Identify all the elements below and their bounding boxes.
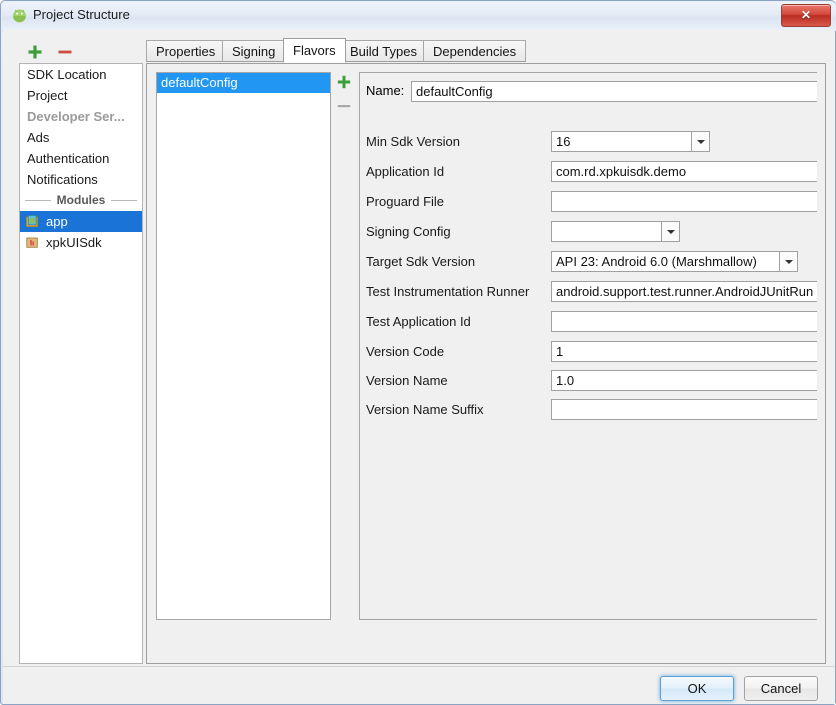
sidebar-toolbar [18,39,138,65]
row-version-name: Version Name [360,370,817,392]
row-test-application-id: Test Application Id [360,311,817,333]
sidebar-header-developer-services: Developer Ser... [20,106,142,127]
test-instrumentation-runner-input[interactable] [551,281,817,302]
sidebar-item-notifications[interactable]: Notifications [20,169,142,190]
cancel-button[interactable]: Cancel [744,676,818,701]
tab-build-types[interactable]: Build Types [340,40,427,62]
tab-label: Flavors [293,43,336,58]
tab-label: Build Types [350,44,417,59]
close-icon: ✕ [800,8,812,22]
field-label: Proguard File [366,194,445,209]
signing-config-combo[interactable] [551,221,680,242]
sidebar-item-app[interactable]: app [20,211,142,232]
flavor-list[interactable]: defaultConfig [156,72,331,620]
add-flavor-icon[interactable] [335,73,353,91]
sidebar-separator-modules: Modules [20,190,142,211]
sidebar-item-label: Authentication [27,151,110,166]
field-label: Version Name [366,373,448,388]
flavors-tab-panel: defaultConfig Name: defaultConfig Min Sd… [146,63,826,664]
field-label: Target Sdk Version [366,254,476,269]
field-label: Test Instrumentation Runner [366,284,530,299]
sidebar-item-label: Project [27,88,68,103]
sidebar-item-label: Ads [27,130,50,145]
window-title: Project Structure [33,7,130,22]
name-row: Name: [360,81,817,103]
row-min-sdk-version: Min Sdk Version 16 [360,131,817,153]
min-sdk-version-combo[interactable]: 16 [551,131,710,152]
target-sdk-version-combo[interactable]: API 23: Android 6.0 (Marshmallow) [551,251,798,272]
field-label: Test Application Id [366,314,471,329]
row-signing-config: Signing Config [360,221,817,243]
sidebar-item-label: app [46,214,68,229]
sidebar-item-label: SDK Location [27,67,107,82]
name-input[interactable] [411,81,817,102]
row-proguard-file: Proguard File [360,191,817,213]
row-version-code: Version Code [360,341,817,363]
minus-icon[interactable] [56,43,74,61]
version-name-suffix-input[interactable] [551,399,817,420]
sidebar-item-sdk-location[interactable]: SDK Location [20,64,142,85]
tab-label: Properties [156,44,216,59]
tab-label: Dependencies [433,44,517,59]
tab-properties[interactable]: Properties [146,40,226,62]
combo-value: API 23: Android 6.0 (Marshmallow) [551,251,779,272]
row-test-instrumentation-runner: Test Instrumentation Runner [360,281,817,303]
flavor-list-item[interactable]: defaultConfig [157,73,330,93]
remove-flavor-icon[interactable] [335,97,353,115]
application-id-input[interactable] [551,161,817,182]
chevron-down-icon[interactable] [691,131,710,152]
sidebar-item-xpkuisdk[interactable]: xpkUISdk [20,232,142,253]
sidebar-list[interactable]: SDK Location Project Developer Ser... Ad… [19,63,143,664]
tab-label: Signing [232,44,276,59]
sidebar-separator-label: Modules [50,193,112,207]
row-version-name-suffix: Version Name Suffix [360,399,817,421]
sidebar-item-label: xpkUISdk [46,235,102,250]
proguard-file-input[interactable] [551,191,817,212]
plus-icon[interactable] [26,43,44,61]
ok-button[interactable]: OK [660,676,734,701]
tab-dependencies[interactable]: Dependencies [423,40,527,62]
sidebar-item-authentication[interactable]: Authentication [20,148,142,169]
field-label: Version Code [366,344,445,359]
library-module-icon [25,235,40,250]
row-target-sdk-version: Target Sdk Version API 23: Android 6.0 (… [360,251,817,273]
field-label: Min Sdk Version [366,134,460,149]
dialog-body: SDK Location Project Developer Ser... Ad… [3,30,835,704]
tab-flavors[interactable]: Flavors [283,38,346,63]
tab-signing[interactable]: Signing [222,40,286,62]
android-studio-icon [11,7,28,24]
combo-value [551,221,661,242]
title-bar: Project Structure ✕ [2,2,836,31]
flavor-form-panel: Name: Min Sdk Version 16 Application Id [359,72,817,620]
dialog-button-bar: OK Cancel [3,666,835,704]
test-application-id-input[interactable] [551,311,817,332]
version-code-input[interactable] [551,341,817,362]
flavor-item-label: defaultConfig [161,75,238,90]
field-label: Signing Config [366,224,451,239]
close-button[interactable]: ✕ [781,4,831,27]
name-label: Name: [366,83,405,98]
row-application-id: Application Id [360,161,817,183]
field-label: Application Id [366,164,445,179]
sidebar-item-label: Notifications [27,172,98,187]
project-structure-dialog: Project Structure ✕ SDK Location Project… [0,0,836,705]
combo-value: 16 [551,131,691,152]
chevron-down-icon[interactable] [661,221,680,242]
android-module-icon [25,214,40,229]
sidebar-item-label: Developer Ser... [27,109,125,124]
tab-bar: Properties Signing Flavors Build Types D… [146,38,826,64]
field-label: Version Name Suffix [366,402,484,417]
version-name-input[interactable] [551,370,817,391]
sidebar-item-project[interactable]: Project [20,85,142,106]
flavor-list-buttons [334,72,356,122]
chevron-down-icon[interactable] [779,251,798,272]
sidebar-item-ads[interactable]: Ads [20,127,142,148]
